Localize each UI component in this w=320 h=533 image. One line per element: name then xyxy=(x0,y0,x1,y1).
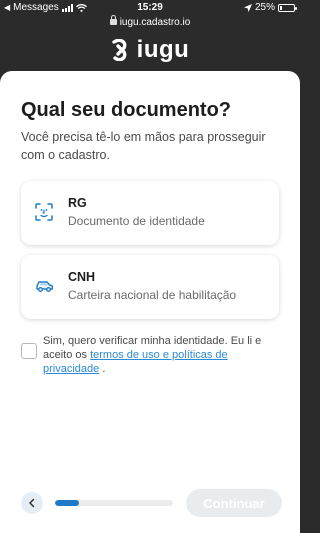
car-icon xyxy=(36,281,53,292)
brand-name: iugu xyxy=(136,36,190,63)
consent-text-after: . xyxy=(99,363,106,375)
continue-button[interactable]: Continuar xyxy=(186,489,282,517)
page-subtitle: Você precisa tê-lo em mãos para prossegu… xyxy=(21,130,266,162)
location-arrow-icon xyxy=(243,3,252,12)
status-bar: ◀ Messages 15:29 25% xyxy=(0,0,300,17)
option-title: CNH xyxy=(68,270,96,284)
option-description: Documento de identidade xyxy=(68,214,205,228)
iugu-logo-icon xyxy=(111,39,127,61)
option-title: RG xyxy=(68,196,87,210)
progress-track xyxy=(55,500,173,506)
battery-percent: 25% xyxy=(254,2,275,13)
face-id-icon xyxy=(35,203,53,221)
back-button[interactable] xyxy=(21,492,43,514)
status-right: 25% xyxy=(243,2,297,13)
footer-nav: Continuar xyxy=(0,484,300,520)
progress-fill xyxy=(55,500,79,506)
option-description: Carteira nacional de habilitação xyxy=(68,288,237,302)
brand-header: iugu xyxy=(0,35,300,65)
url-bar[interactable]: iugu.cadastro.io xyxy=(0,15,300,31)
document-option-rg[interactable]: RG Documento de identidade xyxy=(21,181,279,245)
battery-level xyxy=(280,5,282,10)
chevron-left-icon xyxy=(29,498,35,508)
page-title: Qual seu documento? xyxy=(21,99,232,121)
consent-text: Sim, quero verificar minha identidade. E… xyxy=(43,334,283,376)
url-text: iugu.cadastro.io xyxy=(119,17,191,28)
main-sheet: Qual seu documento? Você precisa tê-lo e… xyxy=(0,71,300,533)
consent-checkbox[interactable] xyxy=(21,343,37,359)
document-option-cnh[interactable]: CNH Carteira nacional de habilitação xyxy=(21,255,279,319)
battery-icon xyxy=(278,3,297,12)
lock-icon xyxy=(109,15,117,25)
